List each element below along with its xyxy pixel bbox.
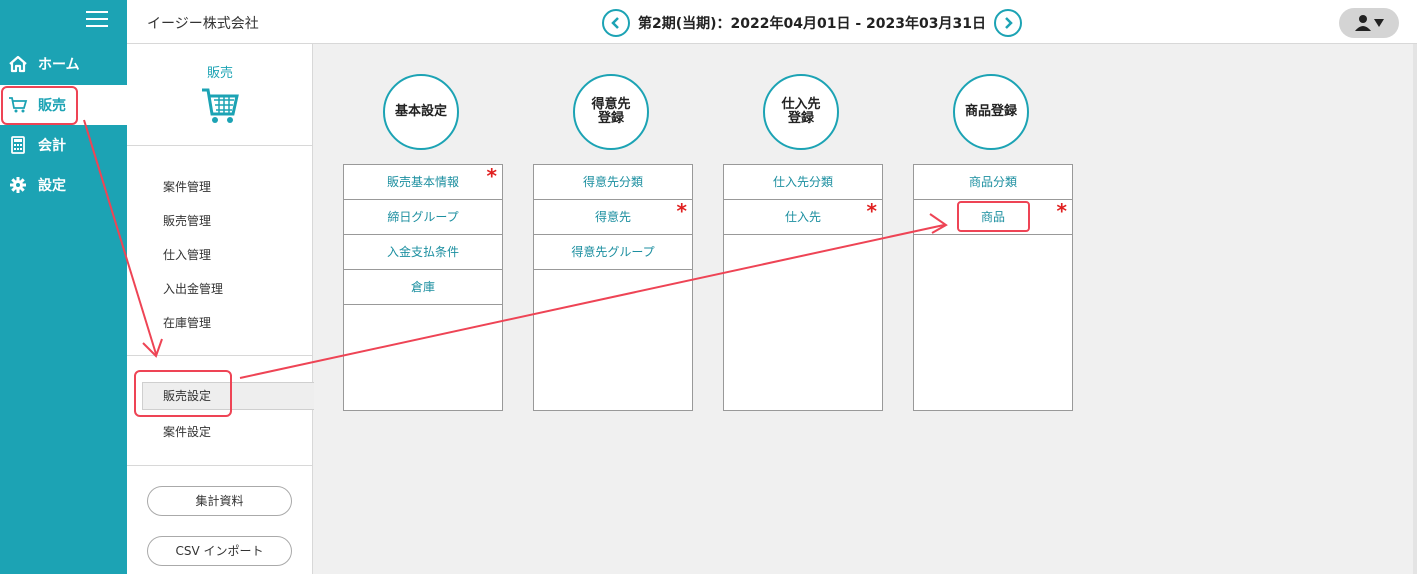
settings-link-product-category[interactable]: 商品分類 <box>914 165 1072 200</box>
nav-item-accounting[interactable]: 会計 <box>0 125 127 165</box>
column-header-customers: 得意先 登録 <box>573 74 649 150</box>
settings-link-warehouse[interactable]: 倉庫 <box>344 270 502 305</box>
required-marker: * <box>486 164 497 188</box>
row-label: 商品分類 <box>968 175 1017 189</box>
column-header-basic: 基本設定 <box>383 74 459 150</box>
shopping-cart-icon <box>202 88 239 123</box>
settings-link-customer-group[interactable]: 得意先グループ <box>534 235 692 270</box>
nav-item-sales[interactable]: 販売 <box>0 85 127 125</box>
settings-list: 商品分類 商品 * <box>913 164 1073 411</box>
summary-reports-button[interactable]: 集計資料 <box>147 486 292 516</box>
settings-link-product[interactable]: 商品 * <box>914 199 1072 235</box>
fiscal-period-nav: 第2期(当期)：2022年04月01日 - 2023年03月31日 <box>602 9 1022 37</box>
main-nav-rail: ホーム 販売 会計 設定 <box>0 0 127 574</box>
divider <box>127 355 313 356</box>
subnav-item-projects[interactable]: 案件管理 <box>163 178 211 195</box>
row-label: 締日グループ <box>387 210 459 224</box>
settings-list: 得意先分類 得意先 * 得意先グループ <box>533 164 693 411</box>
caret-down-icon <box>1374 19 1384 27</box>
user-menu-button[interactable] <box>1339 8 1399 38</box>
nav-item-label: 会計 <box>38 138 66 154</box>
fiscal-period-label: 第2期(当期)：2022年04月01日 - 2023年03月31日 <box>638 16 986 32</box>
subnav-item-purchasing[interactable]: 仕入管理 <box>163 246 211 263</box>
calculator-icon <box>0 136 36 154</box>
sales-subnav: 販売 案件管理 販売管理 仕入管理 入出金管理 在庫管理 販売設定 案件設定 集… <box>127 44 314 574</box>
required-marker: * <box>1056 199 1067 223</box>
gear-icon <box>0 176 36 194</box>
row-label: 得意先グループ <box>571 245 655 259</box>
settings-list: 仕入先分類 仕入先 * <box>723 164 883 411</box>
settings-link-supplier[interactable]: 仕入先 * <box>724 199 882 235</box>
row-label: 得意先分類 <box>582 175 643 189</box>
column-header-label: 得意先 登録 <box>591 97 631 126</box>
settings-link-sales-basic-info[interactable]: 販売基本情報 * <box>344 164 502 200</box>
row-label: 得意先 <box>594 210 631 224</box>
nav-item-label: 設定 <box>38 178 66 194</box>
vertical-scrollbar[interactable] <box>1413 44 1417 574</box>
app-window: ホーム 販売 会計 設定 イージー株式会社 第2期(当期)：2022年04月01… <box>0 0 1417 574</box>
top-header: イージー株式会社 第2期(当期)：2022年04月01日 - 2023年03月3… <box>127 0 1417 44</box>
cart-icon <box>0 96 36 114</box>
column-header-products: 商品登録 <box>953 74 1029 150</box>
nav-item-label: 販売 <box>38 98 66 114</box>
settings-link-customer-category[interactable]: 得意先分類 <box>534 165 692 200</box>
nav-item-settings[interactable]: 設定 <box>0 165 127 205</box>
subnav-item-sales[interactable]: 販売管理 <box>163 212 211 229</box>
row-label: 仕入先分類 <box>772 175 833 189</box>
subnav-title: 販売 <box>206 66 233 81</box>
column-header-suppliers: 仕入先 登録 <box>763 74 839 150</box>
row-label: 倉庫 <box>410 280 435 294</box>
previous-period-button[interactable] <box>602 9 630 37</box>
subnav-item-sales-settings[interactable]: 販売設定 <box>142 382 314 410</box>
next-period-button[interactable] <box>993 9 1022 37</box>
subnav-item-project-settings[interactable]: 案件設定 <box>163 423 211 440</box>
company-name: イージー株式会社 <box>147 16 259 32</box>
row-label: 販売基本情報 <box>386 175 459 189</box>
settings-link-supplier-category[interactable]: 仕入先分類 <box>724 165 882 200</box>
row-label: 入金支払条件 <box>386 245 459 259</box>
settings-link-closing-group[interactable]: 締日グループ <box>344 200 502 235</box>
subnav-item-cashflow[interactable]: 入出金管理 <box>163 280 223 297</box>
nav-item-home[interactable]: ホーム <box>0 44 127 84</box>
divider <box>127 145 313 146</box>
row-label: 商品 <box>980 210 1005 224</box>
nav-item-label: ホーム <box>38 57 80 73</box>
required-marker: * <box>676 199 687 223</box>
hamburger-menu-icon[interactable] <box>86 11 108 29</box>
required-marker: * <box>866 199 877 223</box>
divider <box>127 465 313 466</box>
column-header-label: 仕入先 登録 <box>781 97 821 126</box>
chevron-left-icon <box>611 17 619 29</box>
chevron-right-icon <box>1005 17 1013 29</box>
csv-import-button[interactable]: CSV インポート <box>147 536 292 566</box>
row-label: 仕入先 <box>784 210 821 224</box>
settings-link-payment-terms[interactable]: 入金支払条件 <box>344 235 502 270</box>
user-icon <box>1355 15 1371 31</box>
subnav-item-inventory[interactable]: 在庫管理 <box>163 314 211 331</box>
home-icon <box>0 55 36 73</box>
settings-link-customer[interactable]: 得意先 * <box>534 199 692 235</box>
settings-list: 販売基本情報 * 締日グループ 入金支払条件 倉庫 <box>343 164 503 411</box>
